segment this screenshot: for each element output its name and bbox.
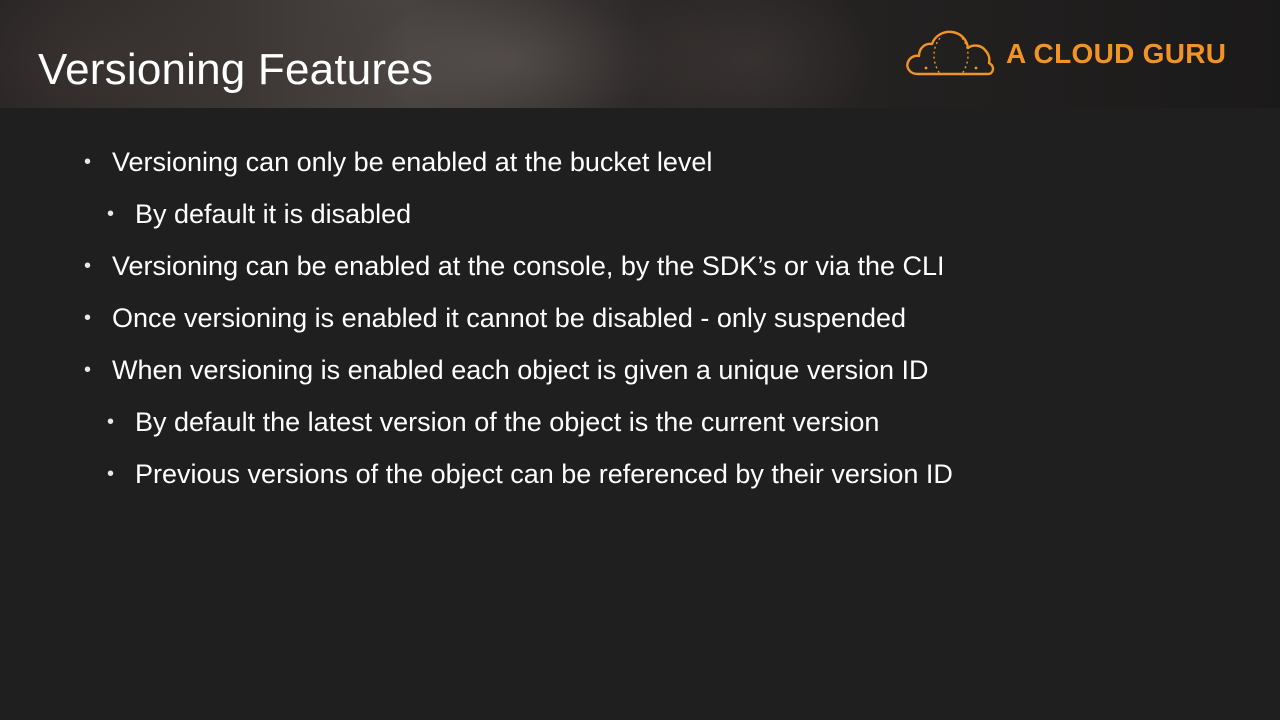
sub-bullet-item: • Previous versions of the object can be… [0,448,953,500]
bullet-item: • Versioning can only be enabled at the … [0,136,953,188]
sub-bullet-item: • By default the latest version of the o… [0,396,953,448]
bullet-item: • When versioning is enabled each object… [0,344,953,396]
brand-logo: A CLOUD GURU [904,28,1226,80]
header-banner: Versioning Features A CLOUD GURU [0,0,1280,108]
bullet-text: By default the latest version of the obj… [135,407,880,437]
sub-bullet-item: • By default it is disabled [0,188,953,240]
bullet-dot: • [84,307,92,329]
header-photo-shade-right [620,0,880,108]
brand-logo-text: A CLOUD GURU [1006,38,1227,69]
bullet-item: • Once versioning is enabled it cannot b… [0,292,953,344]
bullet-dot: • [107,203,115,225]
cloud-icon [906,30,995,76]
bullet-text: By default it is disabled [135,199,412,229]
bullet-dot: • [107,463,115,485]
bullet-dot: • [84,151,92,173]
slide-title: Versioning Features [38,45,434,94]
bullet-text: Versioning can be enabled at the console… [112,251,945,281]
bullet-item: • Versioning can be enabled at the conso… [0,240,953,292]
slide: Versioning Features A CLOUD GURU • Versi… [0,0,1280,720]
bullet-dot: • [84,359,92,381]
bullet-dot: • [107,411,115,433]
bullet-list: • Versioning can only be enabled at the … [0,136,953,500]
bullet-text: Once versioning is enabled it cannot be … [112,303,907,333]
bullet-text: Previous versions of the object can be r… [135,459,953,489]
bullet-dot: • [84,255,92,277]
bullet-text: Versioning can only be enabled at the bu… [112,147,713,177]
bullet-text: When versioning is enabled each object i… [112,355,929,385]
